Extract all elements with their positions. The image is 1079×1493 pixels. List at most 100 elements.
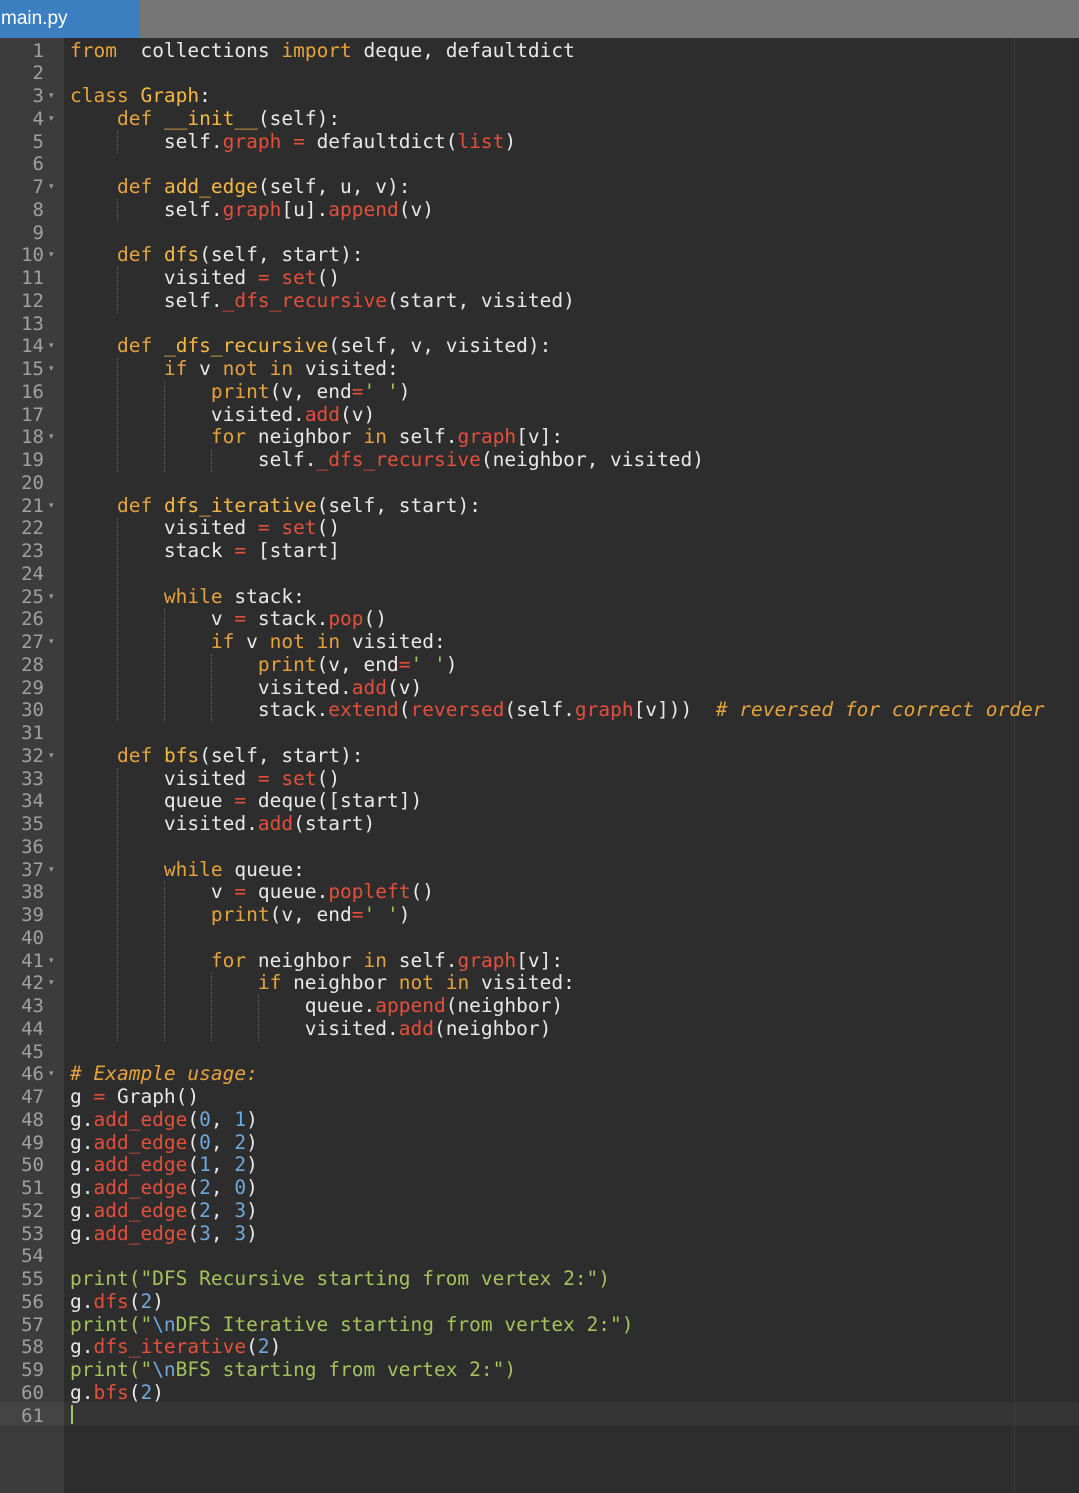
code-line: visited = set() — [70, 516, 341, 540]
code-line: g.add_edge(2, 3) — [70, 1198, 258, 1222]
code-line: for neighbor in self.graph[v]: — [210, 425, 564, 449]
code-line: print(v, end=' ') — [210, 379, 411, 403]
fold-toggle-icon[interactable]: ▾ — [49, 85, 61, 108]
code-line: self.graph = defaultdict(list) — [70, 129, 517, 153]
line-number: 23 — [21, 540, 44, 562]
fold-toggle-icon[interactable]: ▾ — [49, 1063, 61, 1086]
fold-toggle-icon[interactable]: ▾ — [49, 745, 61, 768]
code-line: def __init__(self): — [116, 106, 341, 130]
line-number: 6 — [32, 153, 44, 176]
code-line: while queue: — [163, 857, 305, 881]
code-line: for neighbor in self.graph[v]: — [210, 948, 564, 972]
line-number: 3 — [32, 85, 44, 107]
line-number: 8 — [32, 198, 44, 221]
code-line: g.dfs_iterative(2) — [70, 1335, 282, 1359]
code-line: visited.add(v) — [70, 675, 423, 699]
fold-toggle-icon[interactable]: ▾ — [49, 586, 61, 609]
code-line: g.add_edge(2, 0) — [70, 1176, 258, 1199]
code-line: class Graph: — [70, 84, 211, 107]
line-number: 53 — [21, 1222, 44, 1245]
line-number: 48 — [21, 1108, 44, 1131]
line-number: 7 — [32, 176, 44, 198]
tab-main-py[interactable]: main.py — [0, 0, 140, 38]
line-number: 35 — [21, 813, 44, 835]
line-number: 9 — [32, 221, 44, 244]
line-number: 17 — [21, 403, 44, 426]
code-line: g.add_edge(0, 2) — [70, 1130, 258, 1154]
line-number: 34 — [21, 790, 44, 813]
code-line: def dfs_iterative(self, start): — [116, 493, 481, 517]
line-number: 56 — [21, 1290, 44, 1313]
line-number: 15 — [21, 358, 44, 380]
code-line: self.graph[u].append(v) — [70, 197, 434, 221]
line-number: 13 — [21, 312, 44, 335]
code-line: while stack: — [163, 584, 305, 608]
line-number: 36 — [21, 835, 44, 858]
code-line: def add_edge(self, u, v): — [116, 175, 411, 198]
line-number: 57 — [21, 1313, 44, 1336]
code-line: print(v, end=' ') — [257, 652, 458, 676]
line-number: 32 — [21, 744, 44, 767]
line-number: 61 — [21, 1404, 44, 1427]
code-line: g.add_edge(1, 2) — [70, 1153, 258, 1177]
line-number: 31 — [21, 722, 44, 744]
code-line: g.add_edge(3, 3) — [70, 1221, 258, 1245]
code-line: visited.add(start) — [70, 812, 376, 835]
fold-toggle-icon[interactable]: ▾ — [49, 495, 61, 518]
code-line: visited.add(v) — [70, 402, 376, 426]
code-line: visited.add(neighbor) — [70, 1016, 552, 1040]
code-line: print("\nBFS starting from vertex 2:") — [70, 1358, 517, 1381]
line-number: 42 — [21, 972, 44, 995]
line-number: 43 — [21, 995, 44, 1017]
fold-toggle-icon[interactable]: ▾ — [49, 335, 61, 358]
line-number-gutter: 1 2 3 ▾ 4 ▾ 5 6 7 ▾ 8 9 10 ▾ 11 12 13 14 ▾ 15 ▾ 16 17 18 ▾ 19 20 21… — [0, 38, 64, 1493]
line-number: 45 — [21, 1040, 44, 1063]
line-number: 38 — [21, 881, 44, 904]
line-number: 16 — [21, 380, 44, 403]
code-line: def _dfs_recursive(self, v, visited): — [116, 334, 552, 358]
line-number: 58 — [21, 1336, 44, 1359]
line-number: 18 — [21, 426, 44, 449]
line-number: 21 — [21, 494, 44, 517]
line-number: 19 — [21, 449, 44, 471]
line-number: 59 — [21, 1359, 44, 1381]
line-number: 49 — [21, 1131, 44, 1154]
fold-toggle-icon[interactable]: ▾ — [49, 108, 61, 131]
code-line: from collections import deque, defaultdi… — [70, 38, 575, 62]
line-number: 47 — [21, 1086, 44, 1108]
fold-toggle-icon[interactable]: ▾ — [49, 176, 61, 199]
code-line: g.bfs(2) — [70, 1380, 164, 1404]
line-number: 40 — [21, 926, 44, 949]
code-line: g.dfs(2) — [70, 1289, 164, 1313]
line-number: 27 — [21, 631, 44, 653]
active-line-highlight — [64, 1402, 1079, 1425]
fold-toggle-icon[interactable]: ▾ — [49, 358, 61, 381]
text-cursor — [71, 1405, 73, 1424]
code-line: print(v, end=' ') — [210, 903, 411, 926]
fold-toggle-icon[interactable]: ▾ — [49, 950, 61, 973]
code-line: # Example usage: — [70, 1062, 258, 1086]
line-number: 39 — [21, 904, 44, 926]
fold-toggle-icon[interactable]: ▾ — [49, 244, 61, 267]
fold-toggle-icon[interactable]: ▾ — [49, 859, 61, 882]
code-line: g = Graph() — [70, 1085, 200, 1108]
code-editor[interactable]: from collections import deque, defaultdi… — [64, 38, 1079, 1493]
line-number: 52 — [21, 1199, 44, 1222]
fold-toggle-icon[interactable]: ▾ — [49, 631, 61, 654]
code-line: if v not in visited: — [163, 357, 399, 380]
code-line: stack = [start] — [70, 539, 341, 562]
line-number: 54 — [21, 1245, 44, 1268]
line-number: 50 — [21, 1154, 44, 1177]
line-number: 4 — [32, 107, 44, 130]
line-number: 5 — [32, 130, 44, 153]
tab-bar: main.py — [0, 0, 1079, 38]
line-number: 28 — [21, 653, 44, 676]
line-number: 2 — [32, 62, 44, 85]
code-line: g.add_edge(0, 1) — [70, 1107, 258, 1131]
code-line: stack.extend(reversed(self.graph[v])) # … — [70, 698, 1045, 722]
line-number: 37 — [21, 858, 44, 881]
fold-toggle-icon[interactable]: ▾ — [49, 426, 61, 449]
code-line: queue = deque([start]) — [70, 789, 423, 813]
fold-toggle-icon[interactable]: ▾ — [49, 972, 61, 995]
line-number: 29 — [21, 676, 44, 699]
